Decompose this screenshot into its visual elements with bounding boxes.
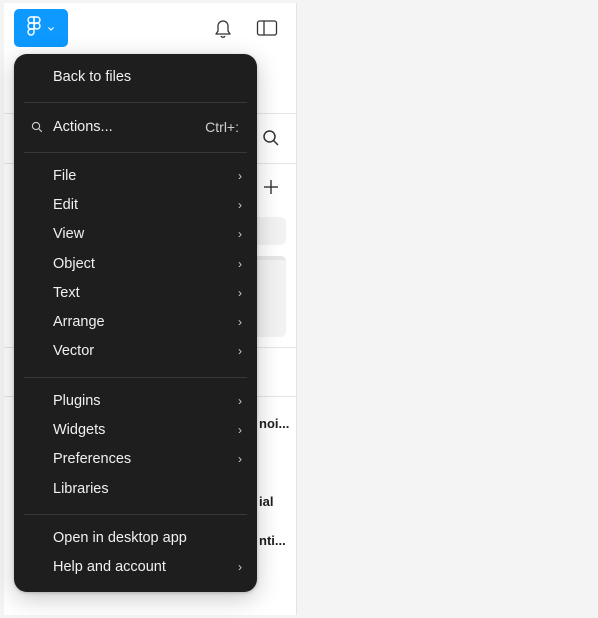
chevron-right-icon: ›	[238, 394, 242, 408]
menu-item-label: Arrange	[53, 314, 105, 330]
menu-item-label: File	[53, 168, 77, 184]
menu-item-label: Back to files	[53, 69, 132, 85]
chevron-right-icon: ›	[238, 315, 242, 329]
chevron-right-icon: ›	[238, 198, 242, 213]
sidebar-toggle-icon[interactable]	[256, 17, 278, 39]
menu-item-open-in-desktop-app[interactable]: Open in desktop app	[14, 524, 257, 552]
chevron-right-icon: ›	[238, 256, 242, 271]
chevron-right-icon: ›	[238, 423, 242, 438]
menu-item-label: Preferences	[53, 451, 132, 468]
menu-separator	[24, 102, 247, 103]
chevron-right-icon: ›	[238, 452, 242, 467]
menu-item-label: View	[53, 226, 85, 243]
bell-icon[interactable]	[212, 17, 234, 39]
menu-item-back-to-files[interactable]: Back to files	[14, 63, 257, 91]
menu-item-object[interactable]: Object ›	[14, 250, 257, 278]
menu-item-edit[interactable]: Edit ›	[14, 191, 257, 219]
menu-item-preferences[interactable]: Preferences ›	[14, 445, 257, 473]
menu-separator	[24, 152, 247, 153]
menu-item-label: Object	[53, 255, 95, 272]
menu-item-text[interactable]: Text ›	[14, 279, 257, 307]
menu-separator	[24, 377, 247, 378]
menu-item-label: Help and account	[53, 559, 166, 576]
menu-item-label: Widgets	[53, 422, 106, 439]
menu-item-actions[interactable]: Actions... Ctrl+:	[14, 113, 257, 141]
chevron-right-icon: ›	[238, 344, 242, 359]
menu-item-plugins[interactable]: Plugins ›	[14, 387, 257, 415]
menu-item-help-and-account[interactable]: Help and account ›	[14, 553, 257, 581]
menu-item-label: Actions...	[53, 119, 113, 135]
plus-icon[interactable]	[261, 177, 281, 197]
main-menu-dropdown: Back to files Actions... Ctrl+: File › Edi…	[14, 54, 257, 592]
menu-item-arrange[interactable]: Arrange ›	[14, 308, 257, 336]
menu-item-widgets[interactable]: Widgets ›	[14, 416, 257, 444]
menu-item-vector[interactable]: Vector ›	[14, 337, 257, 365]
chevron-right-icon: ›	[238, 227, 242, 242]
menu-item-label: Edit	[53, 197, 78, 214]
search-icon[interactable]	[261, 128, 281, 148]
menu-item-label: Vector	[53, 343, 95, 360]
chevron-down-icon	[47, 19, 55, 37]
list-item-text: nti...	[259, 533, 286, 548]
search-icon	[31, 121, 43, 133]
chevron-right-icon: ›	[238, 285, 242, 300]
shortcut-label: Ctrl+:	[205, 119, 239, 135]
chevron-right-icon: ›	[238, 169, 242, 183]
menu-item-label: Text	[53, 284, 80, 301]
figma-logo-icon	[27, 15, 41, 41]
chevron-right-icon: ›	[238, 560, 242, 575]
menu-item-file[interactable]: File ›	[14, 162, 257, 190]
menu-separator	[24, 514, 247, 515]
main-menu-button[interactable]	[14, 9, 68, 47]
list-item-text: noi...	[259, 416, 290, 431]
menu-item-view[interactable]: View ›	[14, 220, 257, 248]
menu-item-libraries[interactable]: Libraries	[14, 475, 257, 503]
menu-item-label: Open in desktop app	[53, 530, 187, 546]
list-item-text: ial	[259, 494, 274, 509]
menu-item-label: Libraries	[53, 480, 109, 497]
menu-item-label: Plugins	[53, 393, 101, 409]
